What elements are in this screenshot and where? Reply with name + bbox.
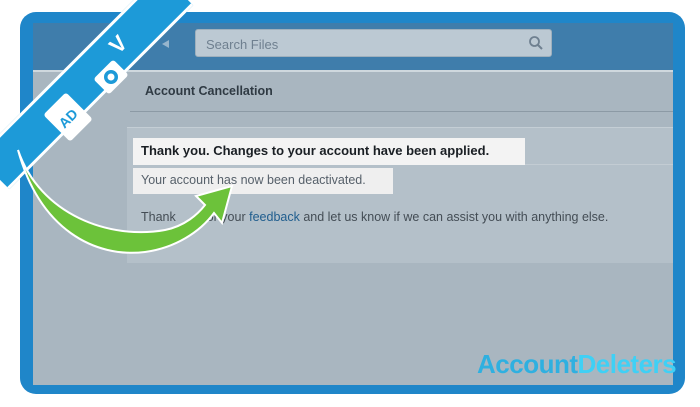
ribbon-letter: V — [104, 30, 132, 58]
brand-part-2: Deleters — [577, 349, 677, 379]
brand-part-1: Account — [477, 349, 578, 379]
search-icon[interactable] — [528, 35, 544, 51]
feedback-link[interactable]: feedback — [249, 210, 300, 224]
brand-watermark: AccountDeleters — [477, 349, 677, 380]
search-box[interactable] — [195, 29, 552, 57]
thanks-mid: or your — [206, 210, 246, 224]
thanks-suffix: and let us know if we can assist you wit… — [303, 210, 609, 224]
deactivated-message: Your account has now been deactivated. — [141, 173, 366, 187]
title-divider — [130, 111, 673, 112]
confirmation-message: Thank you. Changes to your account have … — [141, 143, 490, 158]
thanks-message: Thank or your feedback and let us know i… — [141, 210, 608, 224]
thanks-prefix: Thank — [141, 210, 176, 224]
panel-divider — [520, 164, 673, 165]
search-input[interactable] — [204, 34, 528, 54]
chevron-icon — [162, 40, 169, 48]
page-title: Account Cancellation — [145, 84, 273, 98]
content-top-border — [33, 70, 673, 72]
